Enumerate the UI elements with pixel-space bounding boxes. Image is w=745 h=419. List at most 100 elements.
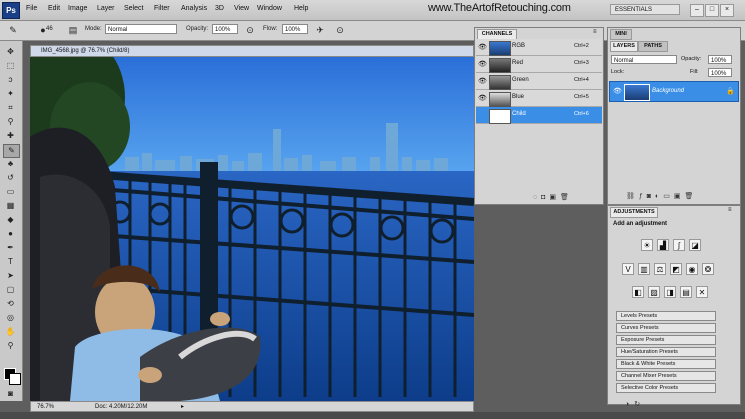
menu-help[interactable]: Help	[294, 5, 308, 12]
blur-tool-icon[interactable]: ◆	[3, 214, 18, 226]
visibility-eye-icon[interactable]: 👁	[478, 43, 487, 51]
eyedropper-tool-icon[interactable]: ⚲	[3, 116, 18, 128]
history-brush-tool-icon[interactable]: ↺	[3, 172, 18, 184]
menu-view[interactable]: View	[234, 5, 249, 12]
close-icon[interactable]: ×	[720, 4, 734, 17]
preset-hue-saturation[interactable]: Hue/Saturation Presets	[616, 347, 716, 357]
channel-mixer-icon[interactable]: ❂	[702, 263, 714, 275]
tab-adjustments[interactable]: ADJUSTMENTS	[610, 207, 658, 218]
pressure-size-icon[interactable]: ⊙	[333, 23, 347, 37]
document-canvas[interactable]	[30, 57, 474, 401]
background-color-swatch[interactable]	[9, 373, 21, 385]
dodge-tool-icon[interactable]: ●	[3, 228, 18, 240]
3d-orbit-tool-icon[interactable]: ◎	[3, 312, 18, 324]
channel-row-blue[interactable]: 👁 Blue Ctrl+5	[476, 90, 602, 107]
refresh-icon[interactable]: ↻	[634, 401, 645, 408]
gradient-map-icon[interactable]: ▤	[680, 286, 692, 298]
delete-layer-icon[interactable]: 🗑	[685, 193, 698, 200]
quick-mask-icon[interactable]: ◙	[3, 388, 18, 400]
fill-field[interactable]: 100%	[708, 68, 732, 77]
visibility-eye-icon[interactable]: 👁	[478, 77, 487, 85]
load-selection-icon[interactable]: ◌	[533, 194, 541, 201]
clone-stamp-tool-icon[interactable]: ♣	[3, 158, 18, 170]
delete-channel-icon[interactable]: 🗑	[560, 194, 573, 201]
menu-analysis[interactable]: Analysis	[181, 5, 207, 12]
workspace-switcher[interactable]: ESSENTIALS	[610, 4, 680, 15]
preset-channel-mixer[interactable]: Channel Mixer Presets	[616, 371, 716, 381]
brush-tool-icon[interactable]: ✎	[3, 144, 20, 158]
blend-mode-select[interactable]: Normal	[611, 55, 677, 64]
minimize-icon[interactable]: –	[690, 4, 704, 17]
menu-image[interactable]: Image	[68, 5, 87, 12]
layer-opacity-field[interactable]: 100%	[708, 55, 732, 64]
zoom-tool-icon[interactable]: ⚲	[3, 340, 18, 352]
channel-row-green[interactable]: 👁 Green Ctrl+4	[476, 73, 602, 90]
mode-select[interactable]: Normal	[105, 24, 177, 34]
panel-menu-icon[interactable]: ≡	[728, 207, 732, 213]
tab-layers[interactable]: LAYERS	[610, 41, 638, 52]
vibrance-icon[interactable]: V	[622, 263, 634, 275]
visibility-eye-icon[interactable]: 👁	[478, 60, 487, 68]
new-channel-icon[interactable]: ▣	[549, 194, 560, 201]
marquee-tool-icon[interactable]: ⬚	[3, 60, 18, 72]
menu-filter[interactable]: Filter	[154, 5, 170, 12]
eraser-tool-icon[interactable]: ▭	[3, 186, 18, 198]
preset-exposure[interactable]: Exposure Presets	[616, 335, 716, 345]
zoom-level[interactable]: 76.7%	[37, 403, 54, 412]
photo-filter-icon[interactable]: ◉	[686, 263, 698, 275]
link-icon[interactable]: ⛓	[626, 193, 639, 200]
visibility-eye-icon[interactable]: 👁	[478, 94, 487, 102]
visibility-eye-icon[interactable]: 👁	[613, 87, 622, 95]
brightness-contrast-icon[interactable]: ☀	[641, 239, 653, 251]
doc-info[interactable]: Doc: 4.20M/12.20M	[95, 403, 147, 412]
selective-color-icon[interactable]: ✕	[696, 286, 708, 298]
quick-select-tool-icon[interactable]: ✦	[3, 88, 18, 100]
preset-levels[interactable]: Levels Presets	[616, 311, 716, 321]
menu-3d[interactable]: 3D	[215, 5, 224, 12]
crop-tool-icon[interactable]: ⌗	[3, 102, 18, 114]
layer-row-background[interactable]: 👁 Background 🔒	[609, 81, 739, 102]
new-layer-icon[interactable]: ▣	[674, 193, 685, 200]
posterize-icon[interactable]: ▨	[648, 286, 660, 298]
maximize-icon[interactable]: □	[705, 4, 719, 17]
channel-row-child[interactable]: Child Ctrl+6	[476, 107, 602, 124]
brush-tool-icon[interactable]: ✎	[6, 23, 20, 37]
pressure-opacity-icon[interactable]: ⊙	[243, 23, 257, 37]
black-white-icon[interactable]: ◩	[670, 263, 682, 275]
fx-icon[interactable]: ƒ	[639, 193, 647, 200]
airbrush-icon[interactable]: ✈	[313, 23, 327, 37]
move-tool-icon[interactable]: ✥	[3, 46, 18, 58]
opacity-field[interactable]: 100%	[212, 24, 238, 34]
type-tool-icon[interactable]: T	[3, 256, 18, 268]
channel-row-red[interactable]: 👁 Red Ctrl+3	[476, 56, 602, 73]
clip-icon[interactable]: ◑	[625, 401, 634, 408]
channel-row-rgb[interactable]: 👁 RGB Ctrl+2	[476, 39, 602, 56]
invert-icon[interactable]: ◧	[632, 286, 644, 298]
lasso-tool-icon[interactable]: ↄ	[3, 74, 18, 86]
levels-icon[interactable]: ▟	[657, 239, 669, 251]
preset-selective-color[interactable]: Selective Color Presets	[616, 383, 716, 393]
hue-saturation-icon[interactable]: ▥	[638, 263, 650, 275]
menu-select[interactable]: Select	[124, 5, 143, 12]
gradient-tool-icon[interactable]: ▦	[3, 200, 18, 212]
preset-black-white[interactable]: Black & White Presets	[616, 359, 716, 369]
path-select-tool-icon[interactable]: ➤	[3, 270, 18, 282]
mask-icon[interactable]: ◙	[647, 193, 655, 200]
3d-rotate-tool-icon[interactable]: ⟲	[3, 298, 18, 310]
color-balance-icon[interactable]: ⚖	[654, 263, 666, 275]
tab-paths[interactable]: PATHS	[638, 41, 668, 52]
brush-panel-icon[interactable]: ▤	[66, 23, 80, 37]
preset-curves[interactable]: Curves Presets	[616, 323, 716, 333]
menu-layer[interactable]: Layer	[97, 5, 115, 12]
document-tab[interactable]: IMG_4568.jpg @ 76.7% (Child/8)	[30, 45, 474, 57]
flow-field[interactable]: 100%	[282, 24, 308, 34]
menu-window[interactable]: Window	[257, 5, 282, 12]
panel-menu-icon[interactable]: ≡	[593, 29, 597, 35]
exposure-icon[interactable]: ◪	[689, 239, 701, 251]
menu-edit[interactable]: Edit	[48, 5, 60, 12]
healing-tool-icon[interactable]: ✚	[3, 130, 18, 142]
curves-icon[interactable]: ∫	[673, 239, 685, 251]
pen-tool-icon[interactable]: ✒	[3, 242, 18, 254]
folder-icon[interactable]: ▭	[663, 193, 674, 200]
menu-file[interactable]: File	[26, 5, 37, 12]
